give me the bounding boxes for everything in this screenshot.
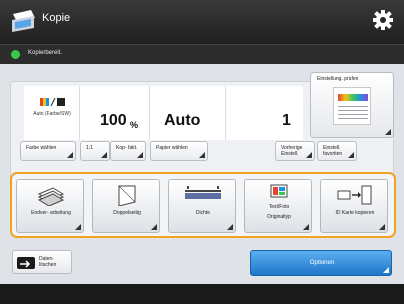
color-bw-icon xyxy=(40,97,65,107)
finisher-icon xyxy=(37,187,65,206)
id-card-icon xyxy=(337,185,372,205)
original-type-icon xyxy=(270,184,288,198)
zoom-1to1-button[interactable]: 1:1 xyxy=(80,141,110,161)
status-text: Kopierbereit. xyxy=(28,50,63,56)
previous-settings-label: Vorherige Einstell. xyxy=(281,145,303,157)
select-color-label: Farbe wählen xyxy=(26,145,57,151)
reset-settings-button[interactable]: Daten- löschen xyxy=(12,250,72,274)
preview-thumbnail-icon xyxy=(333,87,371,125)
density-icon xyxy=(185,186,221,199)
reset-arrow-icon xyxy=(17,257,35,269)
zoom-unit: % xyxy=(130,120,139,130)
id-card-copy-button[interactable]: ID Karte kopieren xyxy=(320,179,388,233)
status-indicator-icon xyxy=(11,50,20,59)
copy-ratio-label: Kop- fakt. xyxy=(116,145,138,151)
zoom-display[interactable]: 100 % xyxy=(80,86,150,140)
id-card-copy-label: ID Karte kopieren xyxy=(335,210,375,216)
function-bar: Endver- arbeitung Doppelseitig Dichte Te… xyxy=(10,172,396,238)
original-type-label: Originaltyp xyxy=(267,214,291,220)
select-color-button[interactable]: Farbe wählen xyxy=(20,141,76,161)
app-title: Kopie xyxy=(42,12,71,24)
favorite-settings-button[interactable]: Einstell. favoriten xyxy=(317,141,357,161)
previous-settings-button[interactable]: Vorherige Einstell. xyxy=(275,141,315,161)
original-type-sub: Text/Foto xyxy=(268,204,290,210)
density-label: Dichte xyxy=(195,210,211,216)
top-bar: Kopie xyxy=(0,0,404,44)
two-sided-label: Doppelseitig xyxy=(113,210,141,216)
color-mode-label: Auto (Farbe/SW) xyxy=(33,111,71,117)
paper-display[interactable]: Auto xyxy=(150,86,226,140)
two-sided-button[interactable]: Doppelseitig xyxy=(92,179,160,233)
density-button[interactable]: Dichte xyxy=(168,179,236,233)
two-sided-icon xyxy=(118,185,136,206)
copies-value: 1 xyxy=(282,112,291,129)
select-paper-button[interactable]: Papier wählen xyxy=(150,141,208,161)
favorite-settings-label: Einstell. favoriten xyxy=(323,145,343,157)
color-mode-display[interactable]: Auto (Farbe/SW) xyxy=(24,86,80,140)
copy-ratio-button[interactable]: Kop- fakt. xyxy=(110,141,146,161)
check-settings-button[interactable]: Einstellung. prüfen xyxy=(310,72,394,138)
copier-app-icon xyxy=(12,10,35,32)
finishing-label: Endver- arbeitung xyxy=(31,210,71,216)
status-bar: Kopierbereit. xyxy=(0,44,404,64)
settings-summary: Auto (Farbe/SW) 100 % Auto 1 xyxy=(24,86,303,140)
paper-value: Auto xyxy=(164,112,201,129)
footer-bar xyxy=(0,284,404,304)
finishing-button[interactable]: Endver- arbeitung xyxy=(16,179,84,233)
options-button[interactable]: Optionen xyxy=(250,250,392,276)
options-label: Optionen xyxy=(309,260,335,266)
copies-display[interactable]: 1 xyxy=(226,86,303,140)
original-type-button[interactable]: Text/Foto Originaltyp xyxy=(244,179,312,233)
zoom-value: 100 xyxy=(100,112,127,129)
zoom-1to1-label: 1:1 xyxy=(86,145,93,151)
select-paper-label: Papier wählen xyxy=(156,145,188,151)
gear-icon[interactable] xyxy=(372,9,394,31)
check-settings-label: Einstellung. prüfen xyxy=(317,76,359,82)
reset-settings-label: Daten- löschen xyxy=(39,256,57,268)
